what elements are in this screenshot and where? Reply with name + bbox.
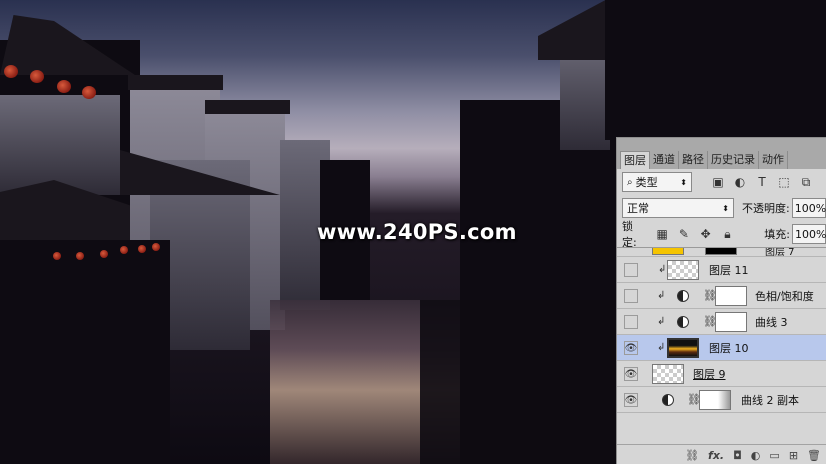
link-layers-icon[interactable]: ⛓	[685, 449, 699, 462]
lock-position-icon[interactable]: ✥	[699, 227, 713, 241]
visibility-toggle[interactable]	[624, 289, 638, 303]
layer-name[interactable]: 图层 9	[693, 366, 726, 382]
layer-thumbnail	[667, 338, 699, 358]
blend-mode-value: 正常	[627, 202, 649, 215]
delete-layer-icon[interactable]: 🗑︎	[807, 449, 821, 462]
layers-list: 图层 7 ↲ 图层 11 ↲ ⛓ 色相/饱和度 ↲ ⛓ 曲线 3 👁︎ ↲ 图层…	[617, 247, 826, 444]
layer-row[interactable]: ↲ ⛓ 色相/饱和度	[617, 283, 826, 309]
layer-row[interactable]: 图层 7	[617, 248, 826, 258]
visibility-toggle[interactable]	[624, 263, 638, 277]
new-layer-icon[interactable]: ⊞	[789, 449, 798, 462]
chevron-updown-icon: ⬍	[722, 203, 729, 213]
tab-history[interactable]: 历史记录	[708, 151, 759, 169]
tab-channels[interactable]: 通道	[650, 151, 679, 169]
adjustment-layer-icon	[662, 393, 674, 406]
panel-tabs: 图层 通道 路径 历史记录 动作	[617, 138, 826, 169]
lock-pixels-icon[interactable]: ✎	[677, 227, 691, 241]
clip-arrow-icon: ↲	[657, 342, 666, 353]
layers-panel: 图层 通道 路径 历史记录 动作 ⌕ 类型 ⬍ ▣ ◐ T ⬚ ⧉ 正常 ⬍ 不…	[616, 137, 826, 464]
tab-actions[interactable]: 动作	[759, 151, 788, 169]
clip-arrow-icon: ↲	[658, 264, 667, 275]
visibility-toggle[interactable]	[624, 315, 638, 329]
eye-icon[interactable]: 👁︎	[624, 341, 638, 355]
clip-arrow-icon: ↲	[657, 290, 666, 301]
layer-mask-thumbnail	[715, 286, 747, 306]
adjustment-layer-icon	[677, 315, 689, 328]
layer-style-fx-icon[interactable]: fx.	[708, 449, 724, 462]
type-filter-icon[interactable]: T	[754, 174, 770, 190]
layer-name[interactable]: 色相/饱和度	[755, 288, 814, 304]
tab-paths[interactable]: 路径	[679, 151, 708, 169]
layer-thumbnail	[652, 248, 684, 255]
layer-name[interactable]: 图层 10	[709, 340, 749, 356]
layer-thumbnail	[652, 364, 684, 384]
layer-mask-thumbnail	[705, 248, 737, 255]
layer-name[interactable]: 曲线 2 副本	[741, 392, 799, 408]
watermark-text: www.240PS.com	[317, 220, 517, 244]
opacity-input[interactable]: 100%	[791, 198, 826, 218]
layer-mask-thumbnail	[715, 312, 747, 332]
layer-row[interactable]: 👁︎ ↲ 图层 10	[617, 335, 826, 361]
new-adjustment-icon[interactable]: ◐	[751, 449, 761, 462]
layer-row[interactable]: 👁︎ 图层 9	[617, 361, 826, 387]
layer-name[interactable]: 图层 11	[709, 262, 749, 278]
lock-row: 锁定: ▦ ✎ ✥ 🔒︎ 填充: 100%	[617, 220, 826, 249]
fill-value: 100%	[794, 227, 826, 241]
new-group-icon[interactable]: ▭	[769, 449, 779, 462]
layer-name[interactable]: 曲线 3	[755, 314, 788, 330]
opacity-label: 不透明度:	[742, 202, 790, 215]
filter-kind-label: 类型	[635, 176, 658, 189]
shape-filter-icon[interactable]: ⬚	[776, 174, 792, 190]
blend-mode-select[interactable]: 正常 ⬍	[622, 198, 734, 218]
blend-row: 正常 ⬍ 不透明度: 100%	[617, 195, 826, 221]
lock-label: 锁定:	[622, 220, 637, 249]
layer-row[interactable]: ↲ 图层 11	[617, 257, 826, 283]
chevron-updown-icon: ⬍	[680, 177, 687, 187]
lock-transparency-icon[interactable]: ▦	[655, 227, 669, 241]
adjustment-layer-icon	[677, 289, 689, 302]
filter-kind-select[interactable]: ⌕ 类型 ⬍	[622, 172, 692, 192]
fill-label: 填充:	[764, 228, 790, 241]
layer-row[interactable]: ↲ ⛓ 曲线 3	[617, 309, 826, 335]
layer-mask-thumbnail	[699, 390, 731, 410]
eye-icon[interactable]: 👁︎	[624, 367, 638, 381]
image-filter-icon[interactable]: ▣	[710, 174, 726, 190]
fill-input[interactable]: 100%	[791, 224, 826, 244]
lock-all-icon[interactable]: 🔒︎	[721, 227, 735, 241]
clip-arrow-icon: ↲	[657, 316, 666, 327]
opacity-value: 100%	[794, 201, 826, 215]
tab-layers[interactable]: 图层	[620, 151, 650, 169]
layer-thumbnail	[667, 260, 699, 280]
layer-row[interactable]: 👁︎ ⛓ 曲线 2 副本	[617, 387, 826, 413]
add-mask-icon[interactable]: ◘	[733, 449, 742, 462]
layers-bottom-toolbar: ⛓ fx. ◘ ◐ ▭ ⊞ 🗑︎	[617, 444, 826, 464]
eye-icon[interactable]: 👁︎	[624, 393, 638, 407]
smart-object-filter-icon[interactable]: ⧉	[798, 174, 814, 190]
adjustment-filter-icon[interactable]: ◐	[732, 174, 748, 190]
filter-row: ⌕ 类型 ⬍ ▣ ◐ T ⬚ ⧉	[617, 169, 826, 195]
search-icon: ⌕	[627, 176, 633, 188]
